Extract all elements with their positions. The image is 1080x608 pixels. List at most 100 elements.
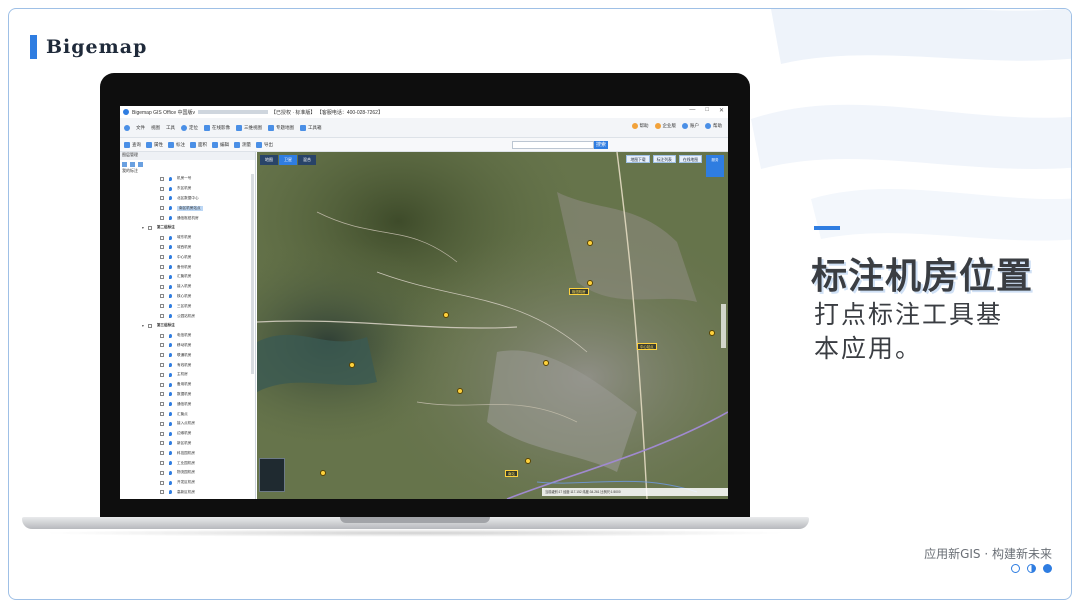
tree-item[interactable]: 三区机房 (120, 301, 254, 311)
tree-checkbox[interactable] (160, 412, 164, 417)
map-marker[interactable] (587, 240, 593, 246)
tree-item[interactable]: 南区机房站点 (120, 203, 254, 213)
tree-item[interactable]: 边缘机房 (120, 429, 254, 439)
tree-item[interactable]: 城西机房 (120, 243, 254, 253)
help-button-2[interactable]: 帮助 (705, 123, 722, 129)
tree-item[interactable]: 接入机房 (120, 282, 254, 292)
tree-checkbox[interactable] (147, 225, 152, 230)
tree-checkbox[interactable] (160, 274, 164, 279)
map-marker[interactable] (457, 388, 463, 394)
tree-checkbox[interactable] (160, 294, 164, 299)
tree-checkbox[interactable] (160, 480, 164, 485)
locate-button[interactable]: 定位 (181, 124, 198, 131)
folder-icon[interactable] (138, 161, 143, 167)
mark-tool[interactable]: 标注 (168, 141, 185, 148)
account-button[interactable]: 账户 (682, 123, 699, 129)
tree-item[interactable]: 开发区机房 (120, 478, 254, 488)
area-tool[interactable]: 面积 (190, 141, 207, 148)
tree-checkbox[interactable] (160, 392, 164, 397)
tree-item[interactable]: 东区机房 (120, 184, 254, 194)
tree-item[interactable]: 电信机房 (120, 331, 254, 341)
tree-item[interactable]: 联通机房 (120, 350, 254, 360)
tree-item[interactable]: 汇聚机房 (120, 272, 254, 282)
tree-checkbox[interactable] (160, 255, 164, 260)
tree-item[interactable]: 数据机房 (120, 390, 254, 400)
tree-item[interactable]: 汇聚点 (120, 409, 254, 419)
zoom-slider[interactable] (721, 304, 726, 348)
online-map-button[interactable]: 在线地图 (678, 155, 702, 163)
tree-checkbox[interactable] (160, 382, 164, 387)
tab-map[interactable]: 地图 (260, 155, 278, 165)
tree-item[interactable]: 物流园机房 (120, 468, 254, 478)
mark-list-button[interactable]: 标注列表 (652, 155, 676, 163)
tree-checkbox[interactable] (160, 265, 164, 270)
tree-item[interactable]: 有线机房 (120, 360, 254, 370)
tree-item[interactable]: 通信枢纽机房 (120, 213, 254, 223)
3d-view-button[interactable]: 三维视图 (236, 124, 262, 131)
tree-item[interactable]: 工业园机房 (120, 458, 254, 468)
page-dot[interactable] (1027, 564, 1036, 573)
tree-checkbox[interactable] (160, 363, 164, 368)
tree-checkbox[interactable] (160, 196, 164, 201)
tab-satellite[interactable]: 卫星 (279, 155, 297, 165)
menu-tools[interactable]: 工具 (166, 125, 175, 131)
tree-item[interactable]: 备用机房 (120, 380, 254, 390)
toolbox-button[interactable]: 工具箱 (300, 124, 322, 131)
map-marker[interactable] (320, 470, 326, 476)
tree-item[interactable]: 机房一号 (120, 174, 254, 184)
tree-checkbox[interactable] (160, 431, 164, 436)
overview-minimap[interactable] (259, 458, 285, 492)
map-marker[interactable] (587, 280, 593, 286)
tree-checkbox[interactable] (160, 176, 164, 181)
tree-item[interactable]: 新区机房 (120, 439, 254, 449)
map-download-button[interactable]: 地图下载 (626, 155, 650, 163)
map-marker[interactable] (443, 312, 449, 318)
thematic-map-button[interactable]: 专题地图 (268, 124, 294, 131)
tree-checkbox[interactable] (160, 441, 164, 446)
tree-checkbox[interactable] (160, 314, 164, 319)
tree-checkbox[interactable] (160, 353, 164, 358)
measure-tool[interactable]: 测量 (234, 141, 251, 148)
page-dot[interactable] (1011, 564, 1020, 573)
tree-checkbox[interactable] (160, 235, 164, 240)
search-input[interactable] (512, 141, 594, 149)
minimize-button[interactable]: — (689, 107, 695, 114)
tree-item[interactable]: 主机房 (120, 370, 254, 380)
add-layer-icon[interactable] (122, 161, 127, 167)
map-marker[interactable] (525, 458, 531, 464)
tree-group[interactable]: ▾ 第三组标注 (120, 321, 254, 331)
export-tool[interactable]: 导出 (256, 141, 273, 148)
tree-checkbox[interactable] (147, 323, 152, 328)
tree-item[interactable]: 高新区机房 (120, 488, 254, 498)
edit-tool[interactable]: 编辑 (212, 141, 229, 148)
tree-item[interactable]: 中心机房 (120, 252, 254, 262)
tree-checkbox[interactable] (160, 333, 164, 338)
delete-layer-icon[interactable] (130, 161, 135, 167)
tree-group[interactable]: ▾ 第二组标注 (120, 223, 254, 233)
tree-checkbox[interactable] (160, 343, 164, 348)
tree-checkbox[interactable] (160, 284, 164, 289)
service-badge[interactable]: 服务 (706, 155, 724, 177)
map-label[interactable]: 中心站点 (637, 343, 657, 350)
globe-icon[interactable] (124, 124, 130, 131)
tree-item[interactable]: 备份机房 (120, 262, 254, 272)
tree-checkbox[interactable] (160, 402, 164, 407)
tree-checkbox[interactable] (160, 470, 164, 475)
map-marker[interactable] (349, 362, 355, 368)
tree-checkbox[interactable] (160, 245, 164, 250)
tree-item[interactable]: 城东机房 (120, 233, 254, 243)
tree-item[interactable]: 接入点机房 (120, 419, 254, 429)
tree-checkbox[interactable] (160, 216, 164, 221)
enterprise-button[interactable]: 企业版 (654, 123, 676, 129)
tree-checkbox[interactable] (160, 490, 164, 495)
search-button[interactable]: 搜索 (594, 141, 608, 149)
tree-checkbox[interactable] (160, 304, 164, 309)
tree-item[interactable]: 公园站机房 (120, 311, 254, 321)
tree-item[interactable]: 科技园机房 (120, 448, 254, 458)
help-button[interactable]: 帮助 (631, 123, 649, 129)
close-button[interactable]: ✕ (719, 107, 724, 114)
menu-file[interactable]: 文件 (136, 125, 145, 131)
query-tool[interactable]: 查询 (124, 141, 141, 148)
tab-hybrid[interactable]: 混合 (298, 155, 316, 165)
satellite-map[interactable]: 地图 卫星 混合 地图下载 标注列表 在线地图 服务 枢纽机房 中心站点 南站 … (257, 152, 728, 499)
